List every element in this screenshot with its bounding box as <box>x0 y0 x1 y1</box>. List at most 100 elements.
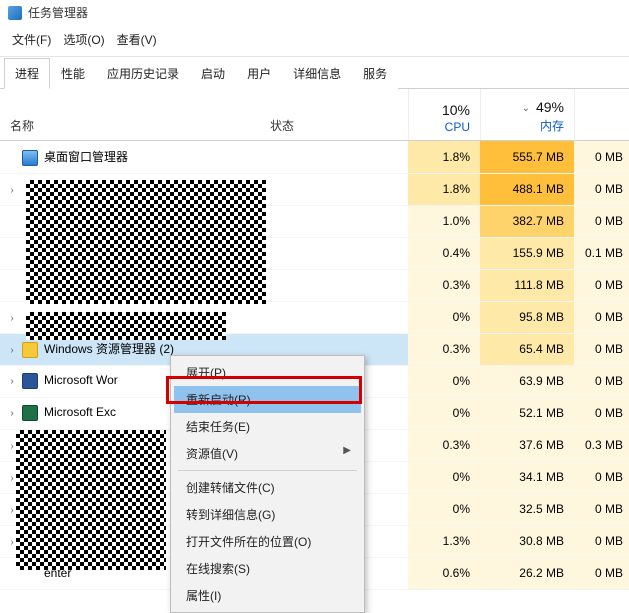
expand-chevron-icon[interactable]: › <box>6 376 18 387</box>
process-memory-cell: 26.2 MB <box>480 557 574 589</box>
word-icon <box>22 373 38 389</box>
process-memory-cell: 37.6 MB <box>480 429 574 461</box>
process-disk-cell: 0 MB <box>574 301 629 333</box>
process-memory-cell: 488.1 MB <box>480 173 574 205</box>
process-memory-cell: 30.8 MB <box>480 525 574 557</box>
redacted-region <box>26 312 226 340</box>
ctx-search-online[interactable]: 在线搜索(S) <box>174 555 361 582</box>
process-disk-cell: 0 MB <box>574 365 629 397</box>
column-status[interactable]: 状态 <box>266 117 408 140</box>
task-manager-icon <box>8 6 22 20</box>
process-disk-cell: 0 MB <box>574 205 629 237</box>
ctx-expand[interactable]: 展开(P) <box>174 359 361 386</box>
process-disk-cell: 0 MB <box>574 269 629 301</box>
tab-performance[interactable]: 性能 <box>50 58 96 89</box>
process-disk-cell: 0 MB <box>574 141 629 173</box>
tab-processes[interactable]: 进程 <box>4 58 50 89</box>
tab-app-history[interactable]: 应用历史记录 <box>96 58 190 89</box>
column-memory[interactable]: ⌄ 49% 内存 <box>480 89 574 140</box>
process-cpu-cell: 0.3% <box>408 269 480 301</box>
process-memory-cell: 52.1 MB <box>480 397 574 429</box>
ctx-separator <box>178 470 357 471</box>
process-cpu-cell: 0% <box>408 461 480 493</box>
process-name-cell: 桌面窗口管理器 <box>0 141 266 173</box>
menu-file[interactable]: 文件(F) <box>8 29 55 50</box>
process-cpu-cell: 0.3% <box>408 429 480 461</box>
memory-usage-percent: 49% <box>536 99 564 115</box>
ctx-restart[interactable]: 重新启动(R) <box>174 386 361 413</box>
redacted-region <box>16 430 166 570</box>
ctx-end-task[interactable]: 结束任务(E) <box>174 413 361 440</box>
process-name: Microsoft Exc <box>44 405 116 419</box>
tab-startup[interactable]: 启动 <box>190 58 236 89</box>
process-memory-cell: 95.8 MB <box>480 301 574 333</box>
expand-chevron-icon[interactable]: › <box>6 345 18 356</box>
process-memory-cell: 155.9 MB <box>480 237 574 269</box>
process-cpu-cell: 1.3% <box>408 525 480 557</box>
process-disk-cell: 0.1 MB <box>574 237 629 269</box>
column-name[interactable]: 名称 <box>0 117 266 140</box>
process-disk-cell: 0.3 MB <box>574 429 629 461</box>
process-memory-cell: 65.4 MB <box>480 333 574 365</box>
process-disk-cell: 0 MB <box>574 397 629 429</box>
column-headers: 名称 状态 10% CPU ⌄ 49% 内存 <box>0 89 629 141</box>
ctx-open-file-location[interactable]: 打开文件所在的位置(O) <box>174 528 361 555</box>
tab-services[interactable]: 服务 <box>352 58 398 89</box>
process-disk-cell: 0 MB <box>574 557 629 589</box>
process-status-cell <box>266 269 408 301</box>
process-cpu-cell: 0.3% <box>408 333 480 365</box>
process-name: 桌面窗口管理器 <box>44 150 128 164</box>
tab-users[interactable]: 用户 <box>236 58 282 89</box>
menu-options[interactable]: 选项(O) <box>59 29 108 50</box>
menu-bar: 文件(F) 选项(O) 查看(V) <box>0 25 629 57</box>
process-status-cell <box>266 301 408 333</box>
redacted-region <box>26 180 266 304</box>
ctx-go-to-details[interactable]: 转到详细信息(G) <box>174 501 361 528</box>
memory-label: 内存 <box>481 117 564 134</box>
process-cpu-cell: 0% <box>408 301 480 333</box>
excel-icon <box>22 405 38 421</box>
process-cpu-cell: 1.8% <box>408 173 480 205</box>
tab-details[interactable]: 详细信息 <box>282 58 352 89</box>
process-memory-cell: 63.9 MB <box>480 365 574 397</box>
process-disk-cell: 0 MB <box>574 461 629 493</box>
tab-bar: 进程 性能 应用历史记录 启动 用户 详细信息 服务 <box>0 57 629 89</box>
process-memory-cell: 555.7 MB <box>480 141 574 173</box>
window-title: 任务管理器 <box>28 4 88 21</box>
process-cpu-cell: 0% <box>408 493 480 525</box>
column-cpu[interactable]: 10% CPU <box>408 89 480 140</box>
context-menu: 展开(P) 重新启动(R) 结束任务(E) 资源值(V) ▶ 创建转储文件(C)… <box>170 355 365 613</box>
process-status-cell <box>266 205 408 237</box>
ctx-properties[interactable]: 属性(I) <box>174 582 361 609</box>
process-memory-cell: 32.5 MB <box>480 493 574 525</box>
window-titlebar: 任务管理器 <box>0 0 629 25</box>
process-status-cell <box>266 237 408 269</box>
process-disk-cell: 0 MB <box>574 493 629 525</box>
ctx-resource-values[interactable]: 资源值(V) ▶ <box>174 440 361 467</box>
process-status-cell <box>266 141 408 173</box>
desktop-icon <box>22 150 38 166</box>
process-disk-cell: 0 MB <box>574 333 629 365</box>
process-memory-cell: 382.7 MB <box>480 205 574 237</box>
ctx-create-dump[interactable]: 创建转储文件(C) <box>174 474 361 501</box>
process-cpu-cell: 0% <box>408 397 480 429</box>
process-cpu-cell: 0.6% <box>408 557 480 589</box>
process-cpu-cell: 0% <box>408 365 480 397</box>
column-disk[interactable] <box>574 89 629 140</box>
expand-chevron-icon[interactable]: › <box>6 185 18 196</box>
cpu-label: CPU <box>409 120 470 134</box>
process-cpu-cell: 1.0% <box>408 205 480 237</box>
expand-chevron-icon[interactable]: › <box>6 408 18 419</box>
process-name: Windows 资源管理器 (2) <box>44 342 174 356</box>
process-disk-cell: 0 MB <box>574 525 629 557</box>
process-cpu-cell: 0.4% <box>408 237 480 269</box>
menu-view[interactable]: 查看(V) <box>113 29 161 50</box>
process-status-cell <box>266 173 408 205</box>
process-memory-cell: 111.8 MB <box>480 269 574 301</box>
sort-indicator-icon: ⌄ <box>522 103 530 114</box>
process-name: Microsoft Wor <box>44 373 118 387</box>
process-memory-cell: 34.1 MB <box>480 461 574 493</box>
submenu-arrow-icon: ▶ <box>343 445 351 456</box>
table-row[interactable]: 桌面窗口管理器1.8%555.7 MB0 MB <box>0 141 629 173</box>
expand-chevron-icon[interactable]: › <box>6 313 18 324</box>
